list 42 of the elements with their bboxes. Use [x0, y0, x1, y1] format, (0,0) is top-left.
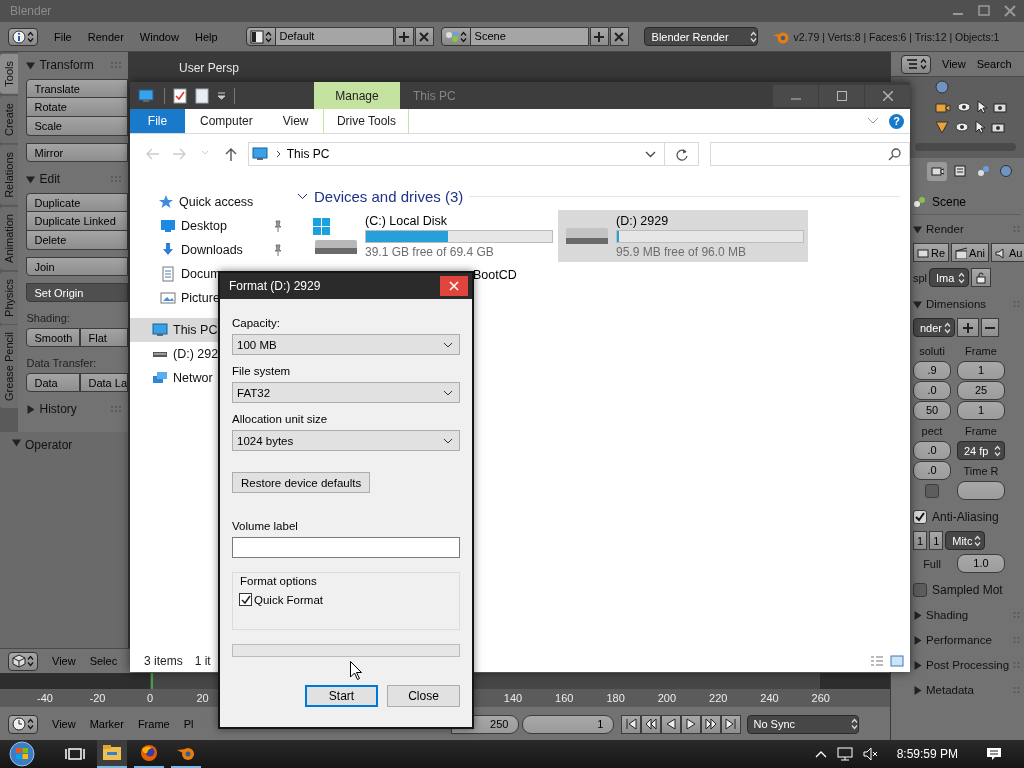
field-label: Frame — [964, 424, 998, 437]
checkbox-label: Quick Format — [254, 593, 323, 606]
dialog-title: Format (D:) 2929 — [229, 279, 321, 293]
ruler-label: 0 — [146, 692, 154, 704]
ruler-label: 20 — [196, 692, 209, 704]
context-label: Scene — [932, 195, 967, 209]
drive-name: (D:) 2929 — [616, 213, 670, 228]
checkbox-label: Anti-Aliasing — [932, 510, 999, 524]
window-title: This PC — [413, 88, 456, 103]
ruler-label: 180 — [606, 692, 625, 704]
checkbox-label: Sampled Mot — [932, 583, 1003, 597]
ruler-label: 260 — [811, 692, 830, 704]
field-label: Frame — [964, 344, 998, 357]
ruler-label: 220 — [709, 692, 728, 704]
scene-statistics: v2.79 | Verts:8 | Faces:6 | Tris:12 | Objects:1 — [793, 30, 1000, 43]
ruler-label: 140 — [503, 692, 523, 704]
field-label: Time R — [962, 464, 1000, 477]
drive-name: (C:) Local Disk — [365, 213, 448, 228]
section-label: Shading: — [26, 312, 71, 326]
field-label: Capacity: — [232, 317, 281, 331]
drive-info: 95.9 MB free of 96.0 MB — [616, 244, 748, 259]
field-label: spl — [913, 271, 928, 284]
status-text: 3 items — [144, 654, 183, 668]
ruler-label: 240 — [760, 692, 779, 704]
field-label: File system — [232, 365, 292, 379]
viewport-label: User Persp — [179, 61, 240, 75]
window-title: Blender — [10, 4, 52, 18]
field-label: Full — [922, 557, 942, 570]
field-label: pect — [920, 424, 944, 437]
ruler-label: -20 — [89, 692, 106, 704]
section-label: Data Transfer: — [26, 357, 98, 371]
status-text: 1 it — [194, 654, 211, 668]
field-label: soluti — [918, 344, 946, 357]
ruler-label: 200 — [657, 692, 677, 704]
drive-name: BootCD — [473, 268, 517, 282]
ruler-label: 160 — [555, 692, 574, 704]
field-label: Allocation unit size — [232, 413, 329, 427]
field-label: Volume label — [232, 520, 299, 534]
drive-info: 39.1 GB free of 69.4 GB — [365, 244, 495, 259]
group-header: Devices and drives (3) — [314, 187, 464, 205]
ruler-label: -40 — [37, 692, 53, 704]
group-title: Format options — [240, 575, 318, 589]
